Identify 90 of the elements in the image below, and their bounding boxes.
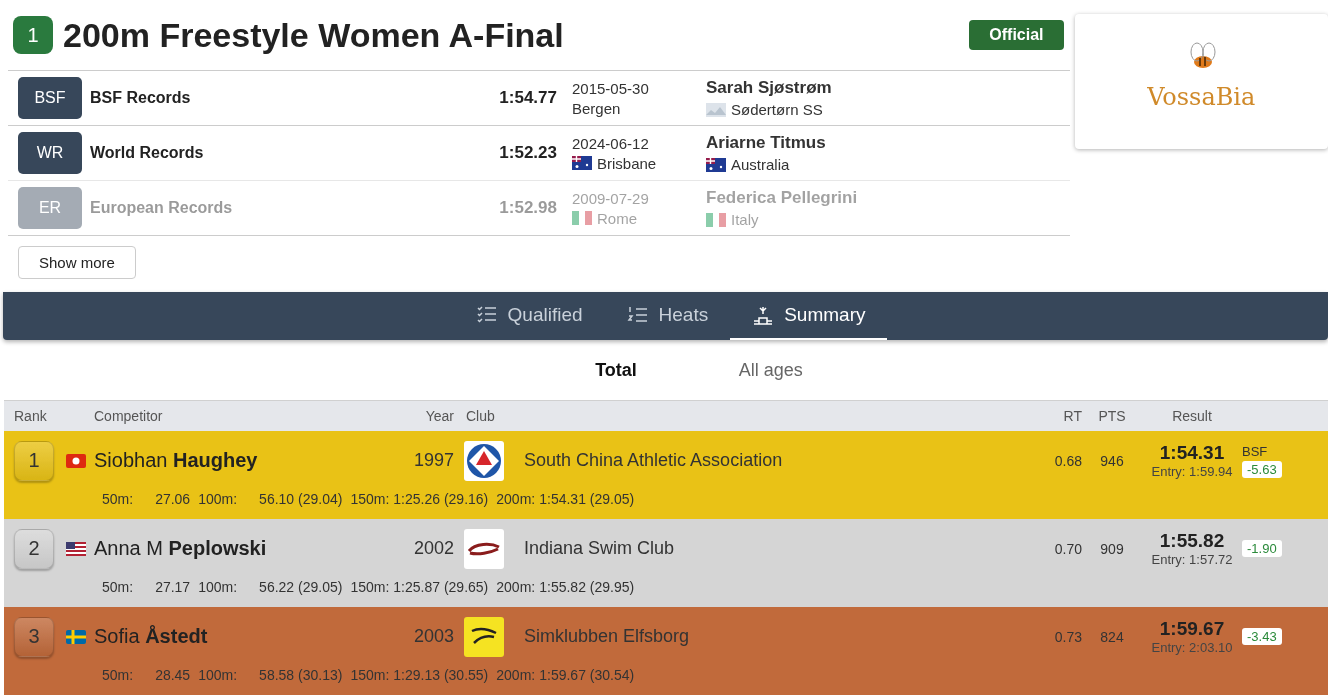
split-time: 100m: 56.22 (29.05) — [198, 579, 343, 595]
split-time: 150m: 1:25.87 (29.65) — [350, 579, 489, 595]
club-logo — [464, 529, 504, 569]
split-time: 200m: 1:59.67 (30.54) — [496, 667, 635, 683]
reaction-time: 0.73 — [1053, 629, 1082, 645]
record-date: 2024-06-12 — [572, 134, 650, 152]
record-time: 1:52.23 — [498, 143, 557, 163]
flag-icon — [706, 212, 726, 227]
club-logo — [464, 441, 504, 481]
flag-icon — [572, 211, 592, 225]
show-more-button[interactable]: Show more — [18, 246, 136, 279]
record-name: World Records — [90, 144, 205, 162]
split-time: 50m: 27.06 — [102, 491, 191, 507]
record-place: Bergen — [572, 99, 621, 117]
nav-tab[interactable]: Heats — [604, 292, 731, 341]
result-time: 1:54.31 — [1159, 442, 1225, 465]
split-time: 150m: 1:25.26 (29.16) — [350, 491, 489, 507]
rank-badge: 2 — [14, 529, 54, 569]
record-name: BSF Records — [90, 89, 192, 107]
nav-tab[interactable]: Summary — [730, 292, 888, 341]
time-difference: -3.43 — [1242, 628, 1282, 646]
column-header: PTS — [1097, 408, 1127, 424]
split-time: 100m: 58.58 (30.13) — [198, 667, 343, 683]
record-code: ER — [18, 187, 82, 229]
time-difference: -5.63 — [1242, 461, 1282, 478]
status-badge: Official — [969, 20, 1064, 50]
flag-icon — [706, 157, 726, 172]
birth-year: 1997 — [412, 450, 454, 472]
column-header: Rank — [14, 408, 48, 424]
flag-icon — [66, 542, 86, 556]
filter-tab[interactable]: Total — [589, 358, 643, 382]
entry-time: Entry: 1:57.72 — [1151, 552, 1233, 568]
nav-tab[interactable]: Qualified — [453, 292, 605, 341]
column-header: Year — [424, 408, 454, 424]
event-title: 200m Freestyle Women A-Final — [63, 15, 565, 55]
record-place: Rome — [597, 209, 637, 227]
rank-badge: 3 — [14, 617, 54, 657]
competitor-name: Siobhan Haughey — [94, 449, 259, 473]
split-time: 200m: 1:54.31 (29.05) — [496, 491, 635, 507]
club-name: Simklubben Elfsborg — [523, 626, 691, 648]
points: 824 — [1099, 629, 1125, 645]
entry-time: Entry: 1:59.94 — [1151, 464, 1233, 480]
record-holder: Federica Pellegrini — [706, 188, 859, 208]
record-team: Italy — [731, 211, 759, 228]
flag-icon — [66, 454, 86, 468]
time-difference: -1.90 — [1242, 540, 1282, 558]
record-name: European Records — [90, 199, 234, 217]
rank-badge: 1 — [14, 441, 54, 481]
record-holder: Ariarne Titmus — [706, 133, 827, 153]
club-name: Indiana Swim Club — [523, 538, 676, 560]
competitor-name: Sofia Åstedt — [94, 625, 209, 649]
podium-icon — [752, 304, 775, 327]
record-code: WR — [18, 132, 82, 174]
record-date: 2015-05-30 — [572, 79, 650, 97]
record-holder: Sarah Sjøstrøm — [706, 78, 833, 98]
points: 909 — [1099, 541, 1125, 557]
club-name: South China Athletic Association — [523, 450, 784, 472]
reaction-time: 0.70 — [1053, 541, 1082, 557]
column-header: Club — [465, 408, 496, 424]
birth-year: 2002 — [412, 538, 454, 560]
points: 946 — [1099, 453, 1125, 469]
flag-icon — [572, 156, 592, 170]
record-time: 1:52.98 — [498, 198, 557, 218]
birth-year: 2003 — [412, 626, 454, 648]
filter-tab[interactable]: All ages — [732, 358, 809, 382]
record-team: Australia — [731, 156, 790, 173]
entry-time: Entry: 2:03.10 — [1151, 640, 1233, 656]
record-team: Sødertørn SS — [731, 101, 823, 118]
split-time: 50m: 28.45 — [102, 667, 191, 683]
record-date: 2009-07-29 — [572, 189, 650, 207]
reaction-time: 0.68 — [1053, 453, 1082, 469]
image-placeholder-icon — [706, 102, 726, 117]
split-time: 150m: 1:29.13 (30.55) — [350, 667, 489, 683]
column-header: Competitor — [94, 408, 164, 424]
logo-text: VossaBia — [1147, 82, 1256, 111]
flag-icon — [66, 630, 86, 644]
split-time: 200m: 1:55.82 (29.95) — [496, 579, 635, 595]
record-time: 1:54.77 — [498, 88, 557, 108]
column-header: RT — [1062, 408, 1082, 424]
result-time: 1:59.67 — [1159, 618, 1225, 641]
competitor-name: Anna M Peplowski — [94, 537, 268, 561]
club-logo — [464, 617, 504, 657]
event-number: 1 — [13, 16, 53, 54]
column-header: Result — [1171, 408, 1213, 424]
record-label: BSF — [1242, 444, 1268, 459]
split-time: 50m: 27.17 — [102, 579, 191, 595]
split-time: 100m: 56.10 (29.04) — [198, 491, 343, 507]
record-place: Brisbane — [597, 154, 657, 172]
record-code: BSF — [18, 77, 82, 119]
result-time: 1:55.82 — [1159, 530, 1225, 553]
